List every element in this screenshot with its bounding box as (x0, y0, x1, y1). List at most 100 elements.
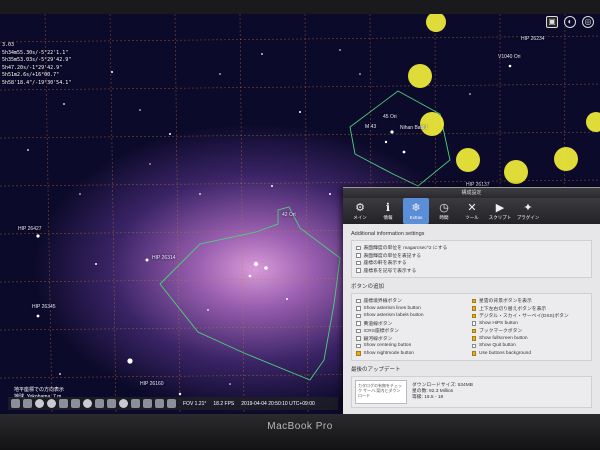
option-label: 銀河線ボタン (363, 336, 393, 342)
option-row[interactable]: Show asterism labels button (356, 312, 472, 320)
tab-main[interactable]: ⚙ メイン (347, 198, 373, 224)
center-object-icon[interactable] (119, 399, 128, 408)
checkbox[interactable] (471, 298, 476, 303)
info-line: 5h51m2.6s/+16°00.7" (2, 72, 60, 78)
update-info: ダウンロードサイズ: 534MB 星の数: 92.3 Million 等級: 1… (412, 383, 473, 401)
tab-extras[interactable]: ❄ Extras (403, 198, 429, 224)
constellation-labels-icon[interactable] (23, 399, 32, 408)
tab-label: 情報 (383, 214, 393, 220)
checkbox[interactable] (471, 313, 476, 318)
checkbox[interactable] (471, 306, 476, 311)
star-label[interactable]: V1040 Ori (498, 54, 521, 60)
equatorial-grid-icon[interactable] (35, 399, 44, 408)
star-label[interactable]: 45 Ori (383, 114, 397, 120)
tab-time[interactable]: ◷ 時間 (431, 198, 457, 224)
option-row[interactable]: 座標境界線ボタン (356, 297, 472, 305)
brightness-icon[interactable]: ◐ (564, 16, 576, 28)
tab-info[interactable]: ℹ 情報 (375, 198, 401, 224)
option-row[interactable]: Show HiPS button (471, 320, 588, 328)
option-row[interactable]: 上下左右切り替えボタンを表示 (471, 305, 588, 313)
status-line: 地平座標での方向表示 (14, 387, 65, 393)
option-row[interactable]: ICRS座標ボタン (356, 327, 472, 335)
checkbox[interactable] (471, 343, 476, 348)
checkbox[interactable] (356, 298, 361, 303)
settings-icon[interactable]: ◎ (582, 16, 594, 28)
star-label[interactable]: HIP 26160 (140, 381, 164, 387)
update-button[interactable]: カタログの有無をチェック サーバ-案内とダウンロード (355, 380, 407, 404)
checkbox[interactable] (356, 306, 361, 311)
tab-label: ツール (465, 214, 479, 220)
azimuthal-grid-icon[interactable] (47, 399, 56, 408)
option-label: Show Quit button (479, 343, 516, 349)
option-label: Use buttons background (479, 350, 531, 356)
screenshot-icon[interactable]: ▣ (546, 16, 558, 28)
info-line: 5h35m53.03s/-5°29'42.9" (2, 57, 72, 63)
section-title: Additional information settings (351, 231, 425, 237)
star-label[interactable]: HIP 26345 (32, 304, 56, 310)
checkbox[interactable] (356, 245, 361, 250)
ground-icon[interactable] (59, 399, 68, 408)
option-row[interactable]: ブックマークボタン (471, 327, 588, 335)
option-row[interactable]: Use buttons background (471, 350, 588, 358)
tools-icon: ✕ (467, 201, 477, 214)
forward-icon[interactable] (167, 399, 176, 408)
option-row[interactable]: 表面輝度の単位を表記する (356, 252, 587, 260)
option-row[interactable]: 星雲の背景ボタンを表示 (471, 297, 588, 305)
configuration-dialog: 構成設定 ⚙ メイン ℹ 情報 ❄ Extras ◷ 時間 ✕ ツール ▶ スク… (343, 187, 600, 414)
checkbox[interactable] (356, 313, 361, 318)
option-row[interactable]: Show fullscreen button (471, 335, 588, 343)
nebula-label[interactable]: M 43 (365, 124, 376, 130)
star-label[interactable]: HIP 26234 (521, 36, 545, 42)
play-icon: ▶ (495, 201, 505, 214)
play-icon[interactable] (155, 399, 164, 408)
star-label[interactable]: HIP 26427 (18, 226, 42, 232)
checkbox[interactable] (471, 321, 476, 326)
option-row[interactable]: Show nightmode button (356, 350, 472, 358)
dialog-title[interactable]: 構成設定 (343, 188, 600, 198)
option-label: Show asterism lines button (363, 305, 421, 311)
stellarium-screen[interactable]: 3.03 5h34m55.30s/-5°22'1.1" 5h35m53.03s/… (0, 14, 600, 414)
checkbox[interactable] (356, 268, 361, 273)
option-row[interactable]: 黄道線ボタン (356, 320, 472, 328)
option-row[interactable]: 座標系を記号で表示する (356, 267, 587, 275)
option-row[interactable]: Show asterism lines button (356, 305, 472, 313)
option-row[interactable]: 表面輝度の単位を magarcsec^2 にする (356, 244, 587, 252)
info-icon: ℹ (385, 201, 391, 214)
option-row[interactable]: 銀河線ボタン (356, 335, 472, 343)
checkbox[interactable] (356, 253, 361, 258)
tab-scripts[interactable]: ▶ スクリプト (487, 198, 513, 224)
fov-readout: FOV 1.21° (183, 400, 207, 407)
option-row[interactable]: 座標の軒を表示する (356, 259, 587, 267)
mount-icon[interactable] (107, 399, 116, 408)
checkbox[interactable] (356, 260, 361, 265)
checkbox[interactable] (356, 351, 361, 356)
night-mode-icon[interactable] (131, 399, 140, 408)
option-row[interactable]: デジタル・スカイ・サーベイ(DSS)ボタン (471, 312, 588, 320)
constellation-lines-icon[interactable] (11, 399, 20, 408)
tab-label: 時間 (439, 214, 449, 220)
star-label[interactable]: Nihan Batil I (400, 125, 427, 131)
magnitude-range: 等級: 16.5 - 18 (412, 395, 444, 400)
atmosphere-icon[interactable] (71, 399, 80, 408)
checkbox[interactable] (471, 351, 476, 356)
rewind-icon[interactable] (143, 399, 152, 408)
tab-tools[interactable]: ✕ ツール (459, 198, 485, 224)
checkbox[interactable] (356, 336, 361, 341)
option-row[interactable]: Show centering button (356, 342, 472, 350)
checkbox[interactable] (356, 321, 361, 326)
option-label: Show nightmode button (363, 350, 414, 356)
section-title: ボタンの追加 (351, 284, 385, 290)
clock-icon: ◷ (439, 201, 449, 214)
nebula-icon[interactable] (83, 399, 92, 408)
checkbox[interactable] (356, 343, 361, 348)
star-label[interactable]: 42 Ori (282, 212, 296, 218)
option-label: Show fullscreen button (479, 335, 528, 341)
checkbox[interactable] (471, 328, 476, 333)
checkbox[interactable] (356, 328, 361, 333)
star-label[interactable]: HIP 26314 (152, 255, 176, 261)
tab-plugins[interactable]: ✦ プラグイン (515, 198, 541, 224)
option-row[interactable]: Show Quit button (471, 342, 588, 350)
planets-icon[interactable] (95, 399, 104, 408)
snowflake-icon: ❄ (411, 202, 421, 214)
checkbox[interactable] (471, 336, 476, 341)
